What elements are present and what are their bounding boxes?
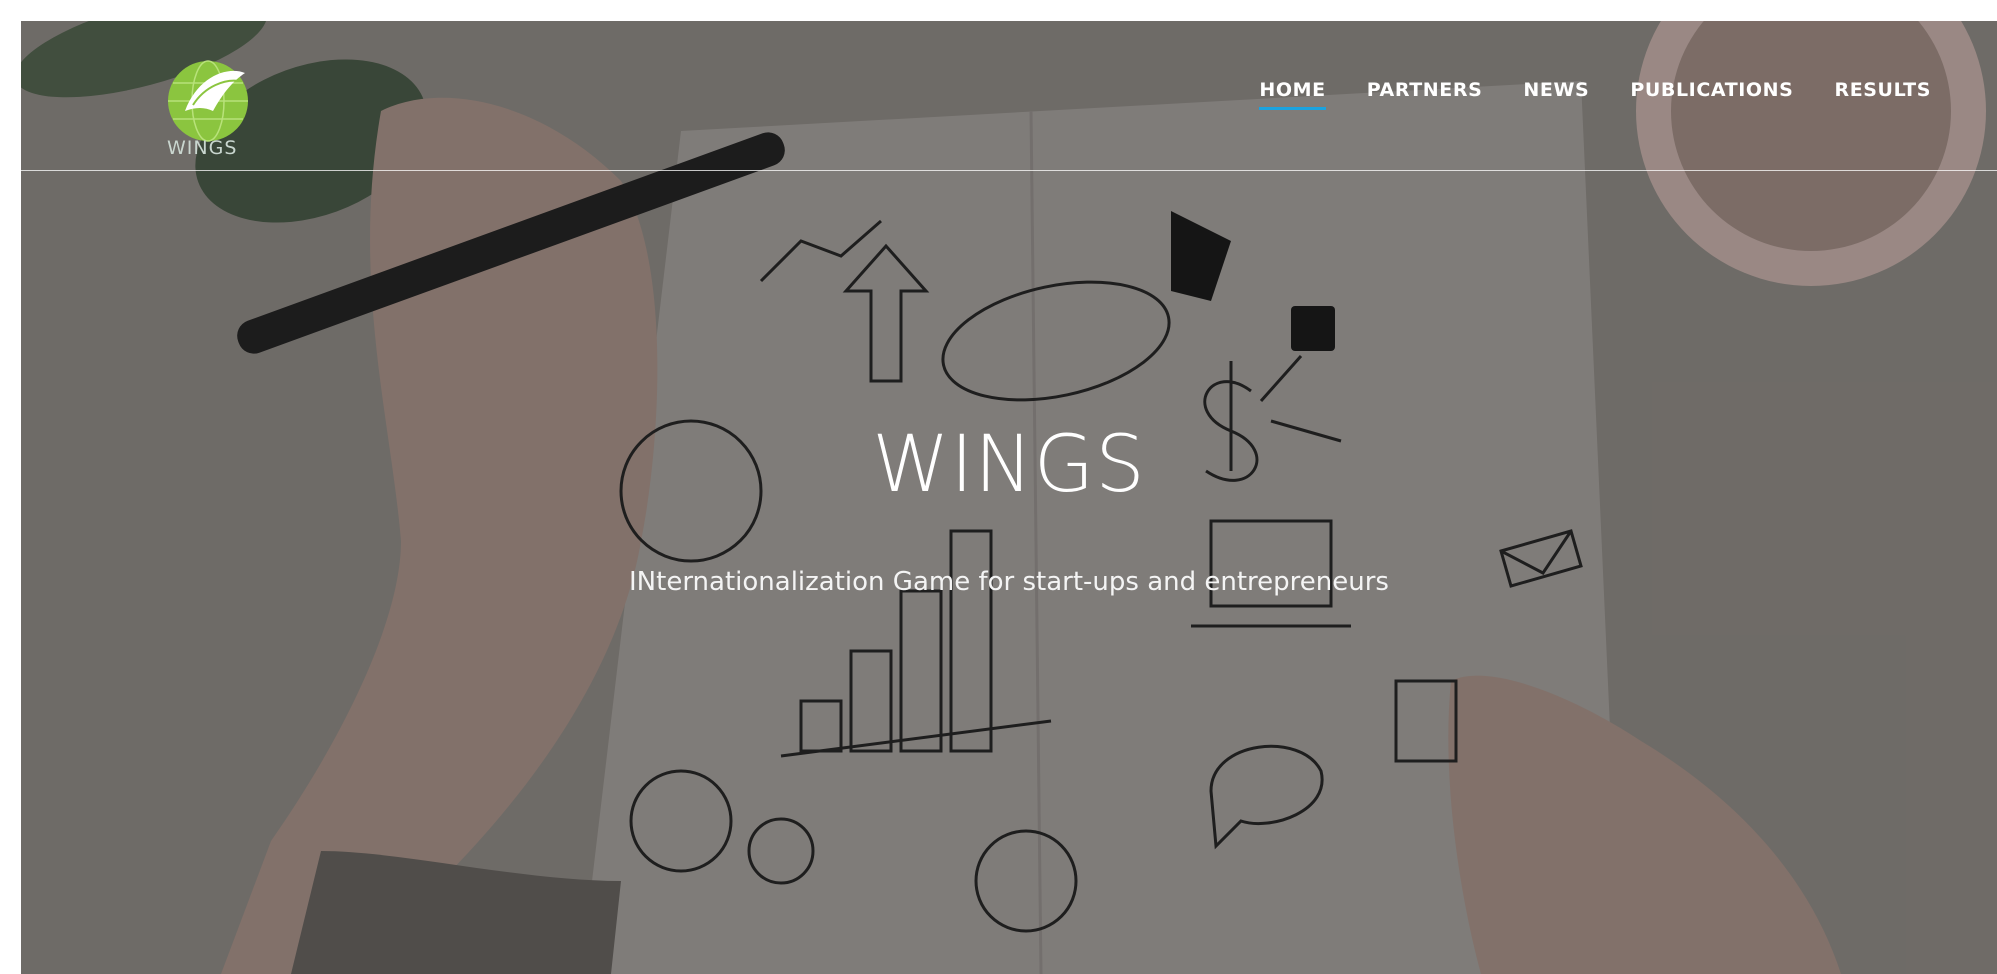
- header-divider: [21, 170, 1997, 171]
- hero-section: WINGS HOME PARTNERS NEWS PUBLICATIONS RE…: [21, 21, 1997, 974]
- site-logo[interactable]: WINGS: [143, 41, 263, 161]
- nav-partners[interactable]: PARTNERS: [1367, 79, 1483, 110]
- hero-title: WINGS: [872, 420, 1146, 510]
- nav-home[interactable]: HOME: [1259, 79, 1327, 110]
- main-nav: HOME PARTNERS NEWS PUBLICATIONS RESULTS: [1259, 79, 1931, 110]
- nav-news[interactable]: NEWS: [1523, 79, 1589, 110]
- logo-text: WINGS: [167, 137, 238, 159]
- hero-subtitle: INternationalization Game for start-ups …: [629, 567, 1389, 597]
- nav-results[interactable]: RESULTS: [1834, 79, 1931, 110]
- nav-publications[interactable]: PUBLICATIONS: [1630, 79, 1793, 110]
